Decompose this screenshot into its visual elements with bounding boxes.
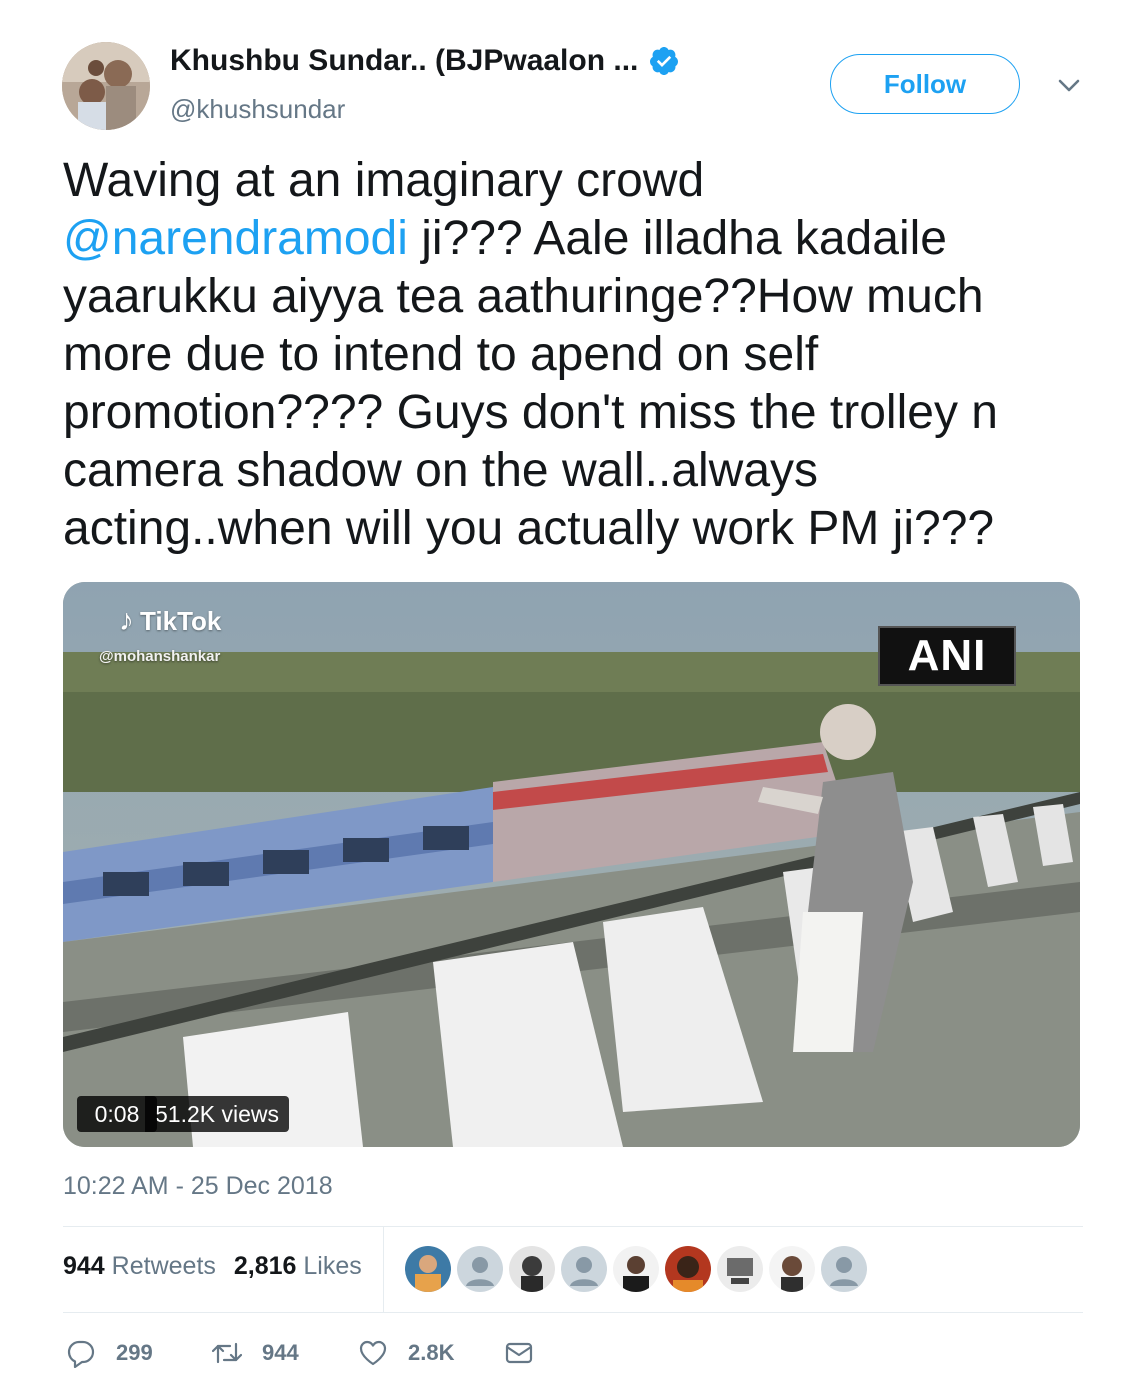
reply-icon	[67, 1340, 95, 1368]
author-avatar[interactable]	[62, 42, 150, 130]
retweets-label: Retweets	[111, 1252, 216, 1280]
video-duration-badge: 0:08	[77, 1096, 157, 1132]
tweet-line: more due to intend to apend on self	[63, 328, 819, 381]
direct-message-button[interactable]	[504, 1338, 534, 1368]
retweets-stat[interactable]: 944 Retweets	[63, 1252, 216, 1281]
tweet-text: Waving at an imaginary crowd @narendramo…	[63, 152, 1093, 558]
retweet-count: 944	[262, 1340, 299, 1365]
engagement-stats: 944 Retweets 2,816 Likes	[63, 1252, 380, 1281]
reply-count: 299	[116, 1340, 153, 1365]
view-count-badge: 51.2K views	[145, 1096, 289, 1132]
ani-logo: ANI	[878, 626, 1016, 686]
verified-badge-icon	[650, 47, 679, 75]
tweet-line: promotion???? Guys don't miss the trolle…	[63, 386, 998, 439]
author-display-name[interactable]: Khushbu Sundar.. (BJPwaalon ...	[170, 44, 638, 78]
mail-icon	[505, 1342, 533, 1364]
heart-icon	[359, 1340, 387, 1366]
divider	[63, 1312, 1083, 1313]
reply-button[interactable]: 299	[66, 1338, 153, 1368]
likes-stat[interactable]: 2,816 Likes	[234, 1252, 362, 1281]
like-button[interactable]: 2.8K	[358, 1338, 454, 1368]
liker-avatar[interactable]	[457, 1246, 503, 1292]
liker-avatar[interactable]	[613, 1246, 659, 1292]
likes-count: 2,816	[233, 1252, 297, 1280]
likes-label: Likes	[303, 1252, 362, 1280]
like-count: 2.8K	[408, 1340, 455, 1365]
liker-avatar[interactable]	[561, 1246, 607, 1292]
liker-avatar[interactable]	[821, 1246, 867, 1292]
retweet-icon	[212, 1342, 242, 1364]
tiktok-logo-icon: ♪	[119, 604, 134, 637]
liker-avatar[interactable]	[405, 1246, 451, 1292]
retweets-count: 944	[63, 1252, 105, 1280]
tiktok-username: @mohanshankar	[99, 648, 221, 665]
tweet-line: acting..when will you actually work PM j…	[63, 502, 995, 555]
tiktok-watermark: ♪ TikTok	[119, 604, 221, 638]
follow-button[interactable]: Follow	[830, 54, 1020, 114]
tweet-line: @narendramodi ji??? Aale illadha kadaile	[63, 210, 1093, 268]
liker-avatar[interactable]	[665, 1246, 711, 1292]
tweet-timestamp[interactable]: 10:22 AM - 25 Dec 2018	[63, 1172, 333, 1201]
tweet-line-text: ji??? Aale illadha kadaile	[407, 212, 947, 265]
retweet-button[interactable]: 944	[212, 1338, 299, 1368]
tweet-line: yaarukku aiyya tea aathuringe??How much	[63, 270, 984, 323]
mention-link[interactable]: @narendramodi	[63, 212, 408, 265]
liker-avatars	[405, 1246, 873, 1292]
liker-avatar[interactable]	[717, 1246, 763, 1292]
stats-divider	[383, 1227, 384, 1312]
chevron-down-icon[interactable]	[1056, 74, 1082, 96]
author-handle[interactable]: @khushsundar	[170, 94, 345, 125]
liker-avatar[interactable]	[509, 1246, 555, 1292]
tweet-line: Waving at an imaginary crowd	[63, 154, 705, 207]
author-name-row[interactable]: Khushbu Sundar.. (BJPwaalon ...	[170, 44, 680, 78]
liker-avatar[interactable]	[769, 1246, 815, 1292]
tiktok-brand: TikTok	[140, 605, 222, 636]
divider	[63, 1226, 1083, 1227]
tweet-line: camera shadow on the wall..always	[63, 444, 819, 497]
video-player[interactable]: ♪ TikTok @mohanshankar ANI 51.2K views 0…	[63, 582, 1080, 1147]
